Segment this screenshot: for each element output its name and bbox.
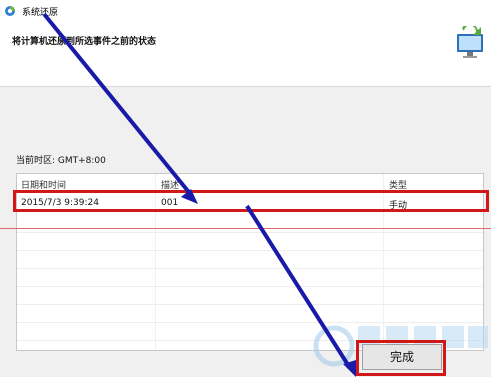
system-restore-icon <box>5 6 15 16</box>
title-bar: 系统还原 <box>0 0 491 22</box>
finish-highlight-box <box>356 340 446 376</box>
row-highlight-box <box>13 190 489 212</box>
timezone-label: 当前时区: GMT+8:00 <box>16 156 106 166</box>
page-heading: 将计算机还原到所选事件之前的状态 <box>12 37 157 47</box>
red-annotation-line <box>0 228 491 229</box>
system-restore-monitor-icon <box>457 26 483 58</box>
window-title: 系统还原 <box>22 8 59 18</box>
